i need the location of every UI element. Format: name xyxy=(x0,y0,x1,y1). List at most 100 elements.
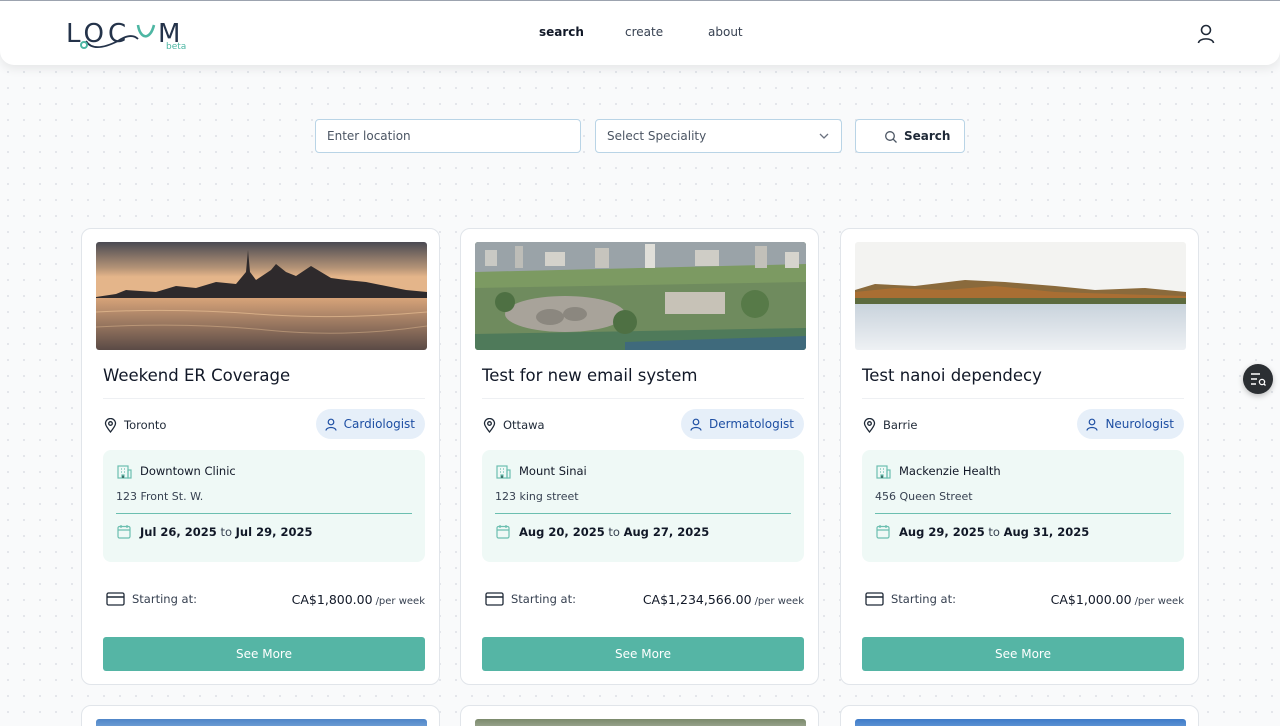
main-nav: search create about xyxy=(0,25,1280,45)
nav-create[interactable]: create xyxy=(625,25,663,39)
listing-image-barrie xyxy=(855,242,1186,350)
calendar-icon xyxy=(876,525,890,539)
clinic-address: 456 Queen Street xyxy=(875,490,973,503)
price-period: /per week xyxy=(375,596,425,607)
clinic-address: 123 Front St. W. xyxy=(116,490,204,503)
speciality-badge: Dermatologist xyxy=(680,409,804,439)
listing-card: Test for new email system Ottawa Dermato… xyxy=(460,228,819,685)
starting-at-label: Starting at: xyxy=(891,592,956,606)
map-pin-icon xyxy=(863,418,876,433)
nav-about[interactable]: about xyxy=(708,25,743,39)
listing-card xyxy=(840,705,1199,726)
to-label: to xyxy=(220,525,232,539)
search-button[interactable]: Search xyxy=(855,119,965,153)
to-label: to xyxy=(988,525,1000,539)
see-more-button[interactable]: See More xyxy=(482,637,804,671)
end-date: Jul 29, 2025 xyxy=(235,525,313,539)
price-amount: CA$1,234,566.00 xyxy=(642,592,752,607)
speciality-badge: Neurologist xyxy=(1077,409,1184,439)
clinic-name: Mackenzie Health xyxy=(899,464,1001,478)
clinic-details: Mackenzie Health 456 Queen Street Aug 29… xyxy=(862,450,1184,562)
credit-card-icon xyxy=(485,592,504,606)
speciality-select[interactable]: Select Speciality xyxy=(595,119,842,153)
price-amount: CA$1,800.00 xyxy=(291,592,373,607)
price-row: Starting at: CA$1,000.00/per week xyxy=(862,589,1184,611)
speciality-placeholder: Select Speciality xyxy=(607,129,707,143)
end-date: Aug 27, 2025 xyxy=(623,525,710,539)
divider xyxy=(116,513,412,514)
search-bar: Select Speciality Search xyxy=(0,119,1280,153)
price: CA$1,800.00/per week xyxy=(292,592,425,607)
listing-image xyxy=(855,719,1186,726)
user-icon[interactable] xyxy=(1195,23,1217,45)
user-icon xyxy=(690,418,702,431)
map-pin-icon xyxy=(483,418,496,433)
search-icon xyxy=(885,131,897,143)
calendar-icon xyxy=(117,525,131,539)
listing-title: Test for new email system xyxy=(482,366,698,385)
search-button-label: Search xyxy=(904,129,951,143)
filter-list-icon xyxy=(1251,373,1266,386)
price: CA$1,234,566.00/per week xyxy=(643,592,804,607)
listing-title: Test nanoi dependecy xyxy=(862,366,1042,385)
divider xyxy=(862,398,1184,399)
date-range: Aug 20, 2025 to Aug 27, 2025 xyxy=(519,525,709,539)
date-range: Aug 29, 2025 to Aug 31, 2025 xyxy=(899,525,1089,539)
speciality-label: Cardiologist xyxy=(343,417,415,431)
listing-card xyxy=(81,705,440,726)
map-pin-icon xyxy=(104,418,117,433)
listing-image xyxy=(475,719,806,726)
start-date: Aug 29, 2025 xyxy=(899,525,985,539)
clinic-details: Downtown Clinic 123 Front St. W. Jul 26,… xyxy=(103,450,425,562)
speciality-badge: Cardiologist xyxy=(315,409,425,439)
divider xyxy=(103,398,425,399)
clinic-name: Downtown Clinic xyxy=(140,464,236,478)
credit-card-icon xyxy=(106,592,125,606)
divider xyxy=(495,513,791,514)
clinic-address: 123 king street xyxy=(495,490,579,503)
listing-city: Barrie xyxy=(883,418,918,432)
starting-at-label: Starting at: xyxy=(132,592,197,606)
speciality-label: Dermatologist xyxy=(708,417,794,431)
price-row: Starting at: CA$1,800.00/per week xyxy=(103,589,425,611)
end-date: Aug 31, 2025 xyxy=(1003,525,1090,539)
top-navbar: LOC M beta search create about xyxy=(0,0,1280,65)
user-icon xyxy=(325,418,337,431)
to-label: to xyxy=(608,525,620,539)
price: CA$1,000.00/per week xyxy=(1051,592,1184,607)
see-more-button[interactable]: See More xyxy=(862,637,1184,671)
start-date: Jul 26, 2025 xyxy=(140,525,217,539)
chevron-down-icon xyxy=(819,133,829,139)
nav-search[interactable]: search xyxy=(539,25,584,39)
listing-title: Weekend ER Coverage xyxy=(103,366,291,385)
listing-card: Weekend ER Coverage Toronto Cardiologist… xyxy=(81,228,440,685)
date-range: Jul 26, 2025 to Jul 29, 2025 xyxy=(140,525,312,539)
credit-card-icon xyxy=(865,592,884,606)
price-period: /per week xyxy=(1134,596,1184,607)
starting-at-label: Starting at: xyxy=(511,592,576,606)
clinic-details: Mount Sinai 123 king street Aug 20, 2025… xyxy=(482,450,804,562)
filter-button[interactable] xyxy=(1243,364,1273,394)
speciality-label: Neurologist xyxy=(1105,417,1174,431)
user-icon xyxy=(1086,418,1099,431)
divider xyxy=(875,513,1171,514)
listing-city: Ottawa xyxy=(503,418,545,432)
building-icon xyxy=(496,465,511,479)
divider xyxy=(482,398,804,399)
listing-card xyxy=(460,705,819,726)
building-icon xyxy=(117,465,132,479)
price-period: /per week xyxy=(754,596,804,607)
listing-city: Toronto xyxy=(124,418,167,432)
see-more-button[interactable]: See More xyxy=(103,637,425,671)
start-date: Aug 20, 2025 xyxy=(519,525,605,539)
location-input[interactable] xyxy=(315,119,581,153)
calendar-icon xyxy=(496,525,510,539)
price-row: Starting at: CA$1,234,566.00/per week xyxy=(482,589,804,611)
building-icon xyxy=(876,465,891,479)
clinic-name: Mount Sinai xyxy=(519,464,587,478)
price-amount: CA$1,000.00 xyxy=(1050,592,1132,607)
listing-image xyxy=(96,719,427,726)
listing-image-ottawa xyxy=(475,242,806,350)
listing-card: Test nanoi dependecy Barrie Neurologist … xyxy=(840,228,1199,685)
listing-image-toronto xyxy=(96,242,427,350)
